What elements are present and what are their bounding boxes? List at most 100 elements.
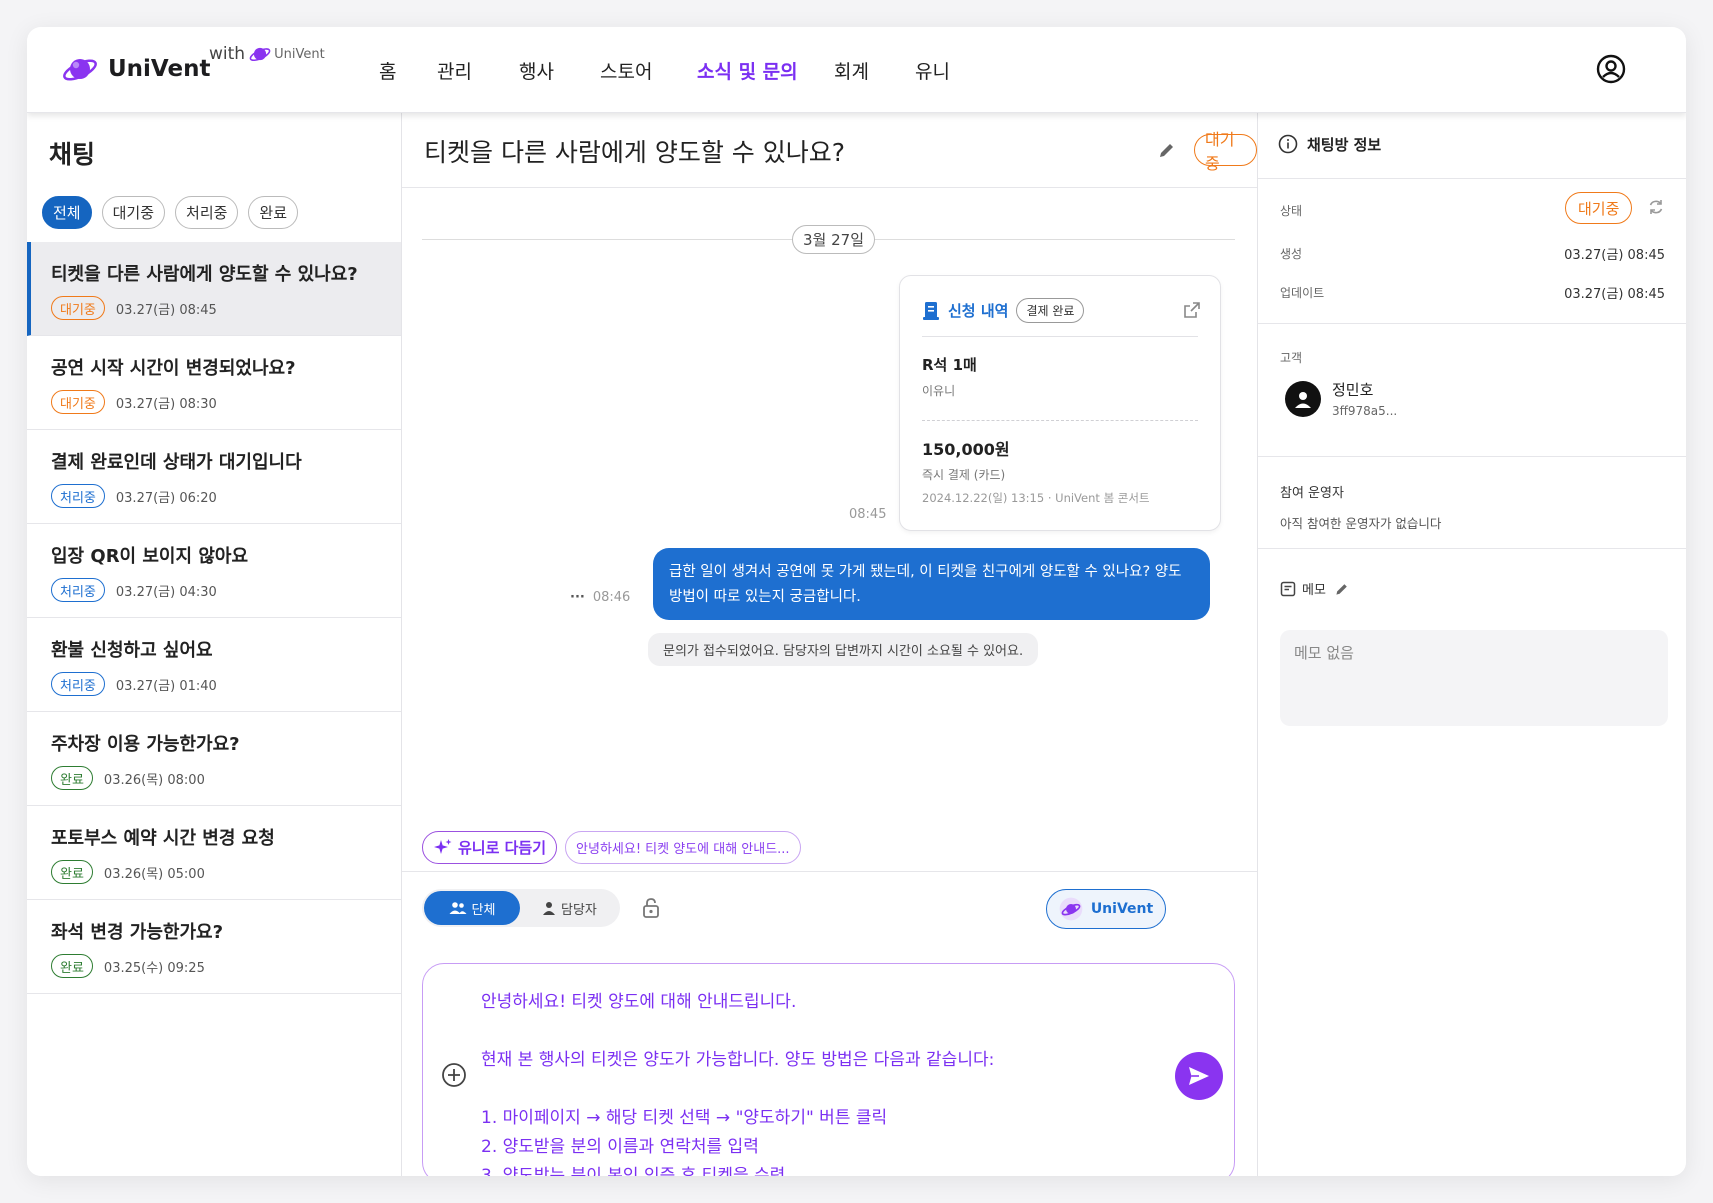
order-event-info: 2024.12.22(일) 13:15 · UniVent 봄 콘서트 (922, 491, 1150, 505)
message-input[interactable]: 안녕하세요! 티켓 양도에 대해 안내드립니다. 현재 본 행사의 티켓은 양도… (481, 988, 1161, 1176)
nav-news-inquiry[interactable]: 소식 및 문의 (697, 57, 798, 84)
operators-label: 참여 운영자 (1280, 486, 1344, 501)
conversation-item[interactable]: 환불 신청하고 싶어요 처리중 03.27(금) 01:40 (27, 618, 401, 712)
conversation-time: 03.27(금) 08:30 (115, 396, 217, 412)
more-options-icon[interactable]: ··· (570, 590, 585, 605)
person-icon (543, 902, 555, 915)
avatar-icon (1295, 392, 1311, 408)
order-price: 150,000원 (922, 440, 1010, 459)
info-divider (1258, 548, 1686, 549)
chat-info-panel: 채팅방 정보 상태 대기중 생성 03.27(금) 08:45 업데이트 03.… (1257, 113, 1686, 1176)
brand-name: UniVent (108, 56, 211, 82)
univent-button[interactable]: UniVent (1046, 889, 1166, 929)
mode-group-button[interactable]: 단체 (424, 891, 520, 925)
status-badge: 완료 (51, 766, 93, 790)
nav-home[interactable]: 홈 (379, 57, 396, 84)
conversation-title: 포토부스 예약 시간 변경 요청 (51, 828, 275, 849)
chat-list-title: 채팅 (49, 140, 96, 169)
order-customer: 이유니 (922, 384, 956, 398)
order-seat: R석 1매 (922, 356, 977, 374)
with-brand: with UniVent (209, 43, 325, 65)
conversation-item[interactable]: 주차장 이용 가능한가요? 완료 03.26(목) 08:00 (27, 712, 401, 806)
with-text: with (209, 44, 246, 64)
ai-assist-row: 유니로 다듬기 안녕하세요! 티켓 양도에 대해 안내드... (422, 831, 801, 864)
system-message: 문의가 접수되었어요. 담당자의 답변까지 시간이 소요될 수 있어요. (648, 633, 1039, 666)
memo-label: 메모 (1302, 583, 1326, 598)
message-time-row: ··· 08:46 (570, 590, 630, 605)
external-link-icon[interactable] (1184, 302, 1200, 318)
room-status-badge[interactable]: 대기중 (1565, 192, 1633, 224)
customer-id: 3ff978a5... (1332, 404, 1398, 418)
info-icon (1278, 134, 1298, 154)
app-window: UniVent with UniVent 홈 관리 행사 스토어 소식 및 문의… (27, 27, 1686, 1176)
conversation-title: 공연 시작 시간이 변경되었나요? (51, 358, 296, 379)
info-panel-header: 채팅방 정보 (1278, 127, 1381, 161)
card-dashed-divider (922, 420, 1198, 421)
refresh-icon[interactable] (1647, 198, 1665, 216)
add-attachment-icon[interactable] (441, 1062, 467, 1088)
memo-box[interactable]: 메모 없음 (1280, 630, 1668, 726)
user-message-bubble: 급한 일이 생겨서 공연에 못 가게 됐는데, 이 티켓을 친구에게 양도할 수… (653, 548, 1210, 620)
nav-manage[interactable]: 관리 (437, 57, 472, 84)
info-divider (1258, 323, 1686, 324)
nav-events[interactable]: 행사 (519, 57, 554, 84)
operators-empty: 아직 참여한 운영자가 없습니다 (1280, 516, 1442, 531)
message-composer[interactable]: 안녕하세요! 티켓 양도에 대해 안내드립니다. 현재 본 행사의 티켓은 양도… (422, 963, 1235, 1176)
ai-refine-label: 유니로 다듬기 (458, 839, 547, 857)
conversation-time: 03.27(금) 01:40 (115, 678, 217, 694)
status-badge: 완료 (51, 860, 93, 884)
account-icon[interactable] (1596, 54, 1626, 84)
conversation-item[interactable]: 좌석 변경 가능한가요? 완료 03.25(수) 09:25 (27, 900, 401, 994)
pencil-icon[interactable] (1334, 581, 1350, 597)
order-card-header: 신청 내역 결제 완료 (922, 298, 1085, 323)
conversation-item[interactable]: 티켓을 다른 사람에게 양도할 수 있나요? 대기중 03.27(금) 08:45 (27, 242, 401, 336)
conversation-time: 03.26(목) 08:00 (103, 772, 205, 788)
mode-assignee-button[interactable]: 담당자 (528, 891, 611, 925)
chat-panel: 티켓을 다른 사람에게 양도할 수 있나요? 대기중 3월 27일 신청 내역 … (402, 113, 1257, 1176)
ai-refine-button[interactable]: 유니로 다듬기 (422, 831, 558, 864)
nav-uni[interactable]: 유니 (915, 57, 950, 84)
status-filters: 전체 대기중 처리중 완료 (42, 196, 308, 229)
lock-icon[interactable] (642, 897, 660, 919)
conversation-item[interactable]: 공연 시작 시간이 변경되었나요? 대기중 03.27(금) 08:30 (27, 336, 401, 430)
conversation-title: 좌석 변경 가능한가요? (51, 922, 224, 943)
composer-divider (402, 871, 1257, 872)
updated-value: 03.27(금) 08:45 (1564, 287, 1665, 302)
status-label: 상태 (1280, 204, 1303, 218)
ai-suggestion-chip[interactable]: 안녕하세요! 티켓 양도에 대해 안내드... (565, 831, 801, 864)
conversation-title: 환불 신청하고 싶어요 (51, 640, 213, 661)
info-divider (1258, 178, 1686, 179)
nav-store[interactable]: 스토어 (600, 57, 652, 84)
nav-accounting[interactable]: 회계 (834, 57, 869, 84)
conversation-item[interactable]: 입장 QR이 보이지 않아요 처리중 03.27(금) 04:30 (27, 524, 401, 618)
conversation-time: 03.26(목) 05:00 (103, 866, 205, 882)
info-panel-title: 채팅방 정보 (1307, 135, 1382, 154)
updated-label: 업데이트 (1280, 286, 1325, 300)
mode-group-label: 단체 (471, 902, 496, 918)
message-time: 08:46 (592, 590, 631, 605)
conversation-title: 티켓을 다른 사람에게 양도할 수 있나요? (51, 264, 358, 285)
created-value: 03.27(금) 08:45 (1564, 248, 1665, 263)
group-icon (449, 902, 467, 914)
conversation-time: 03.27(금) 08:45 (115, 302, 217, 318)
filter-all[interactable]: 전체 (42, 196, 92, 229)
univent-button-label: UniVent (1090, 901, 1154, 917)
filter-waiting[interactable]: 대기중 (101, 196, 166, 229)
conversation-title: 입장 QR이 보이지 않아요 (51, 546, 249, 567)
created-label: 생성 (1280, 247, 1303, 261)
memo-icon (1280, 581, 1296, 596)
customer-name: 정민호 (1332, 381, 1374, 399)
message-time: 08:45 (849, 507, 887, 522)
conversation-item[interactable]: 포토부스 예약 시간 변경 요청 완료 03.26(목) 05:00 (27, 806, 401, 900)
chat-status-badge[interactable]: 대기중 (1194, 130, 1257, 173)
chat-title: 티켓을 다른 사람에게 양도할 수 있나요? (424, 138, 846, 167)
brand-logo[interactable]: UniVent (62, 51, 210, 87)
card-divider (922, 336, 1198, 337)
send-button[interactable] (1175, 1052, 1223, 1100)
conversation-item[interactable]: 결제 완료인데 상태가 대기입니다 처리중 03.27(금) 06:20 (27, 430, 401, 524)
memo-header: 메모 (1280, 579, 1350, 598)
filter-done[interactable]: 완료 (248, 196, 299, 229)
pencil-icon[interactable] (1157, 140, 1177, 160)
customer-row[interactable] (1285, 381, 1321, 417)
filter-processing[interactable]: 처리중 (175, 196, 239, 229)
